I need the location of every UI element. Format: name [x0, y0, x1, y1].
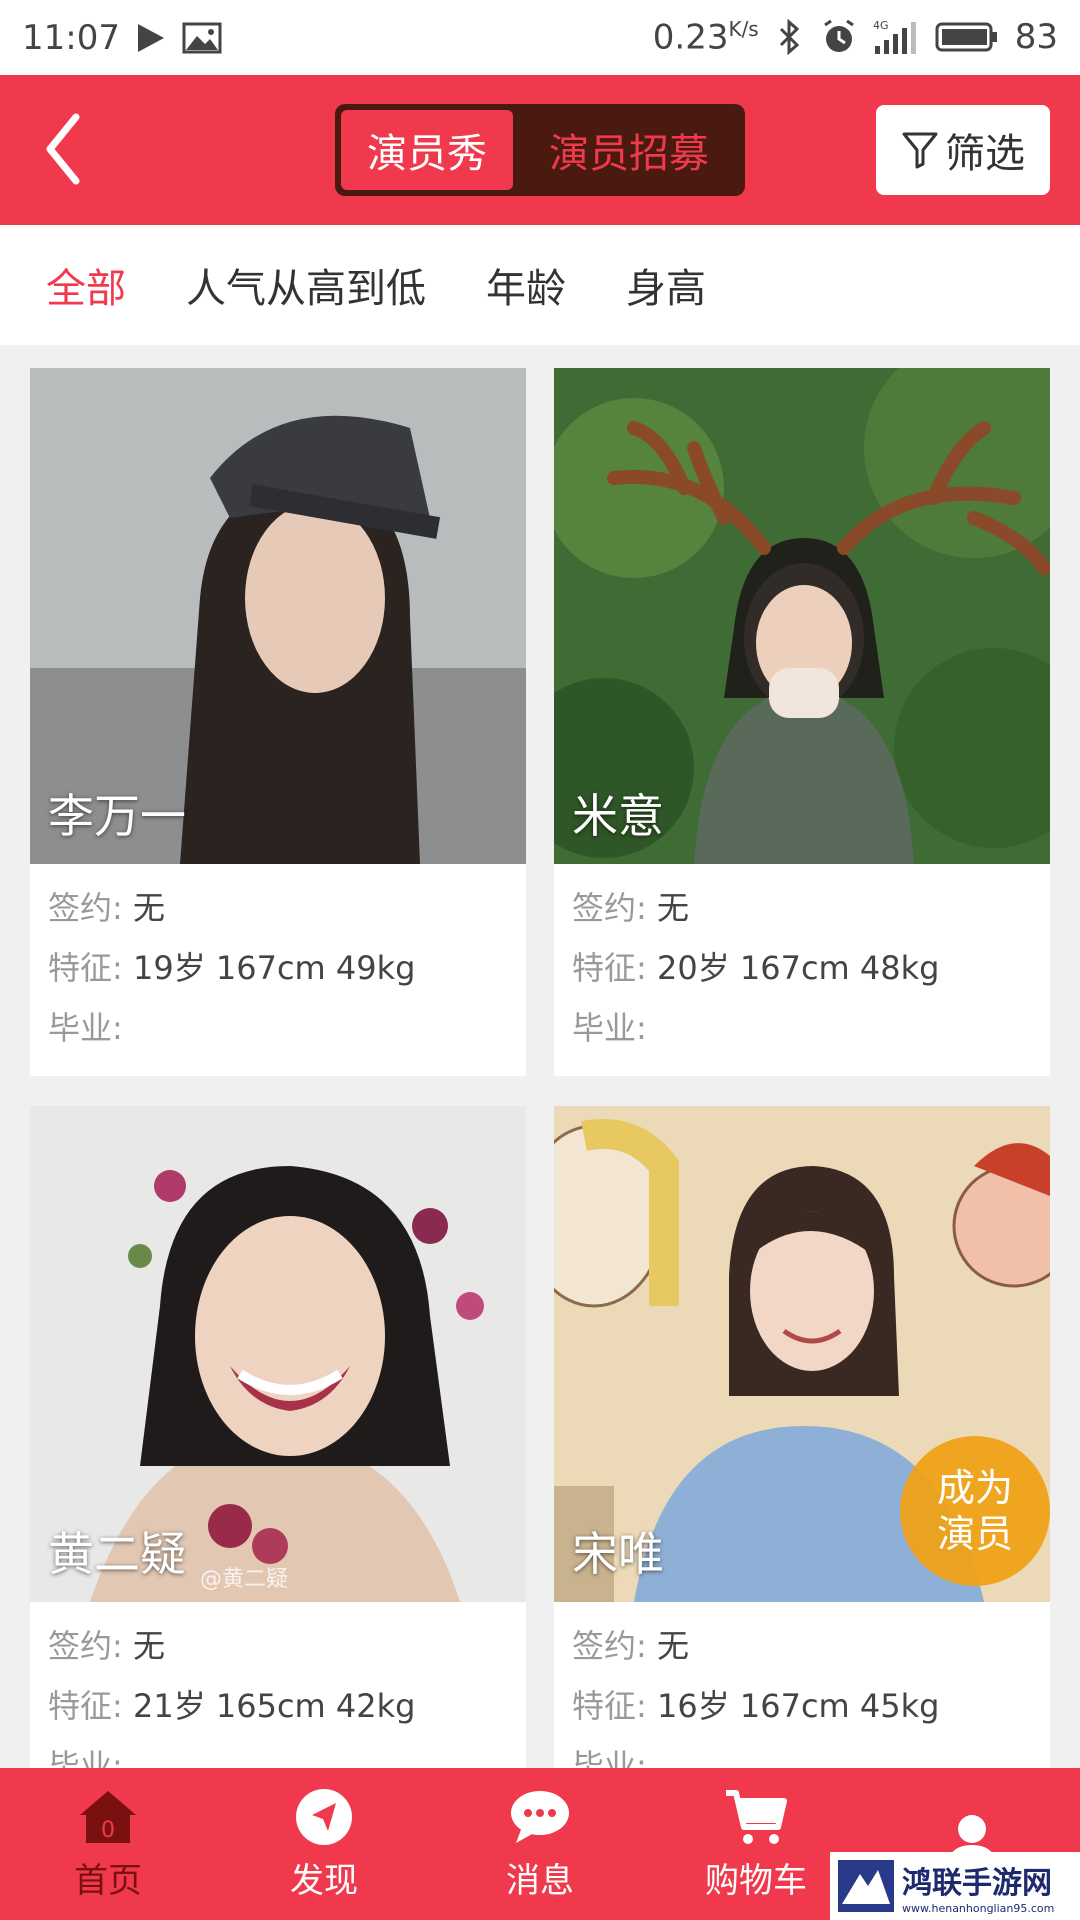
actor-photo[interactable]: 米意 — [554, 368, 1050, 864]
filter-button[interactable]: 筛选 — [876, 105, 1050, 195]
graduate-row: 毕业: — [48, 1009, 123, 1047]
actor-photo[interactable]: @黄二疑 黄二疑 — [30, 1106, 526, 1602]
cart-icon — [726, 1789, 787, 1844]
app-header: 演员秀 演员招募 筛选 — [0, 75, 1080, 225]
become-actor-badge[interactable]: 成为 演员 — [900, 1436, 1050, 1586]
sort-height[interactable]: 身高 — [626, 256, 706, 314]
alarm-icon — [821, 19, 857, 55]
actor-info: 签约: 无 特征: 20岁 167cm 48kg 毕业: — [554, 864, 1050, 1072]
feature-row: 特征: 19岁 167cm 49kg — [48, 949, 416, 987]
site-watermark: 鸿联手游网 www.henanhonglian95.com — [830, 1852, 1080, 1920]
svg-text:4G: 4G — [873, 19, 889, 32]
tab-actor-show[interactable]: 演员秀 — [341, 110, 513, 190]
home-icon: 0 — [80, 1790, 136, 1843]
actor-info: 签约: 无 特征: 19岁 167cm 49kg 毕业: — [30, 864, 526, 1072]
back-arrow-icon — [46, 113, 80, 185]
actor-photo[interactable]: 宋唯 成为 演员 — [554, 1106, 1050, 1602]
actor-name: 宋唯 — [572, 1527, 664, 1581]
actor-card[interactable]: 宋唯 成为 演员 签约: 无 特征: 16岁 167cm 45kg 毕业: — [554, 1106, 1050, 1768]
svg-text:0: 0 — [101, 1818, 115, 1843]
status-bar: 11:07 0.23K/s 4G 83 — [0, 0, 1080, 75]
contract-row: 签约: 无 — [48, 889, 165, 927]
contract-row: 签约: 无 — [48, 1627, 165, 1665]
sort-age[interactable]: 年龄 — [486, 256, 566, 314]
play-icon — [136, 22, 166, 54]
battery-level: 83 — [1014, 17, 1058, 58]
message-icon — [511, 1790, 569, 1843]
image-icon — [182, 22, 222, 54]
nav-discover[interactable]: 发现 — [216, 1768, 432, 1920]
nav-messages[interactable]: 消息 — [432, 1768, 648, 1920]
feature-row: 特征: 16岁 167cm 45kg — [572, 1687, 940, 1725]
battery-icon — [935, 21, 999, 53]
network-speed: 0.23K/s — [652, 17, 759, 58]
site-logo-icon — [838, 1860, 894, 1912]
actor-name: 米意 — [572, 789, 664, 843]
actor-name: 黄二疑 — [48, 1527, 186, 1581]
nav-home[interactable]: 0 首页 — [0, 1768, 216, 1920]
compass-icon — [296, 1788, 352, 1845]
bluetooth-icon — [775, 19, 805, 56]
sort-all[interactable]: 全部 — [46, 256, 126, 314]
actor-card[interactable]: @黄二疑 黄二疑 签约: 无 特征: 21岁 165cm 42kg 毕业: — [30, 1106, 526, 1768]
funnel-icon — [902, 132, 938, 169]
svg-text:@黄二疑: @黄二疑 — [200, 1567, 288, 1592]
clock: 11:07 — [22, 17, 120, 58]
back-button[interactable] — [40, 105, 120, 195]
graduate-row: 毕业: — [48, 1747, 123, 1768]
actor-info: 签约: 无 特征: 16岁 167cm 45kg 毕业: — [554, 1602, 1050, 1768]
feature-row: 特征: 21岁 165cm 42kg — [48, 1687, 416, 1725]
actor-name: 李万一 — [48, 789, 186, 843]
actor-photo[interactable]: 李万一 — [30, 368, 526, 864]
graduate-row: 毕业: — [572, 1747, 647, 1768]
graduate-row: 毕业: — [572, 1009, 647, 1047]
contract-row: 签约: 无 — [572, 1627, 689, 1665]
filter-label: 筛选 — [945, 131, 1025, 177]
tab-actor-recruit[interactable]: 演员招募 — [519, 110, 739, 190]
actor-card[interactable]: 米意 签约: 无 特征: 20岁 167cm 48kg 毕业: — [554, 368, 1050, 1076]
sort-bar: 全部 人气从高到低 年龄 身高 — [0, 225, 1080, 345]
actor-card[interactable]: 李万一 签约: 无 特征: 19岁 167cm 49kg 毕业: — [30, 368, 526, 1076]
feature-row: 特征: 20岁 167cm 48kg — [572, 949, 940, 987]
actor-info: 签约: 无 特征: 21岁 165cm 42kg 毕业: — [30, 1602, 526, 1768]
contract-row: 签约: 无 — [572, 889, 689, 927]
segment-control: 演员秀 演员招募 — [335, 104, 745, 196]
sort-popularity[interactable]: 人气从高到低 — [186, 256, 426, 314]
signal-4g-icon: 4G — [873, 18, 919, 56]
